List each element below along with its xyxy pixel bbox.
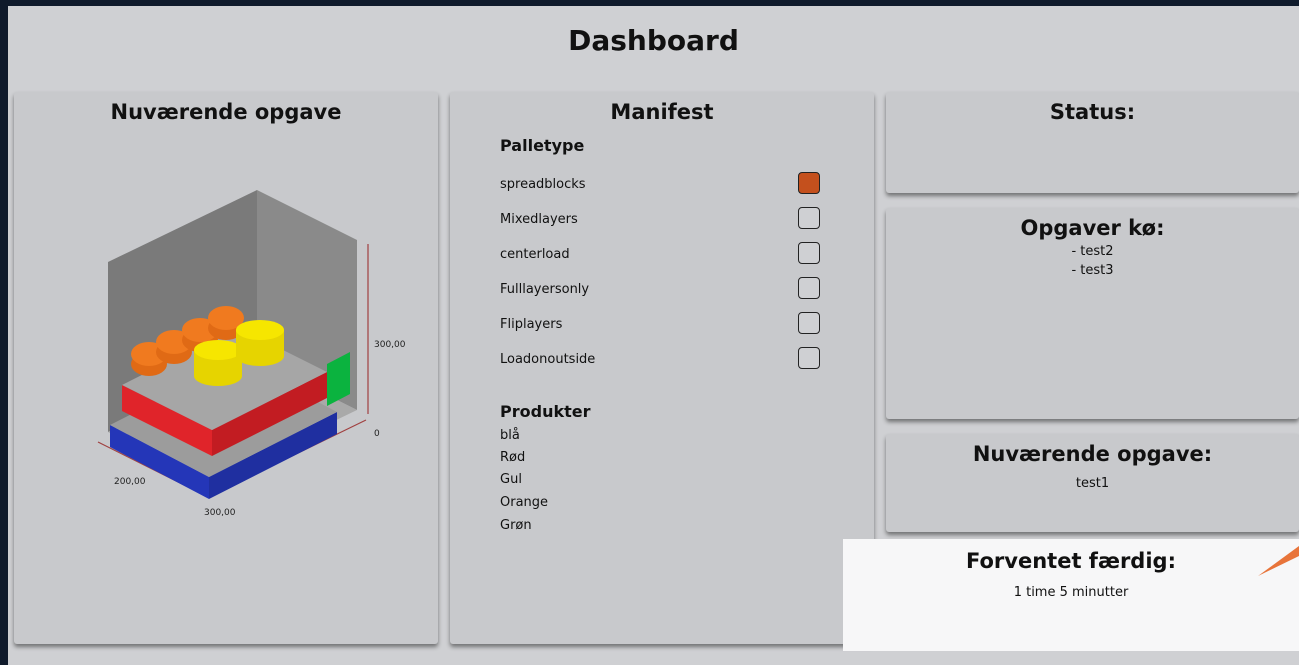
product-item: Orange <box>500 495 549 510</box>
eta-panel: Forventet færdig: 1 time 5 minutter <box>843 539 1299 651</box>
palletype-heading: Palletype <box>500 136 585 155</box>
option-checkbox[interactable] <box>798 207 820 229</box>
yellow-cylinder-top <box>194 340 242 360</box>
option-label: Fulllayersonly <box>500 282 590 297</box>
dashboard-app: Dashboard Nuværende opgave 300,00 0 200,… <box>8 6 1299 665</box>
current-task-status-title: Nuværende opgave: <box>972 442 1213 466</box>
palletype-option-centerload[interactable]: centerload <box>500 242 830 268</box>
yellow-cylinder-top <box>236 320 284 340</box>
option-label: centerload <box>500 247 570 262</box>
current-task-panel: Nuværende opgave 300,00 0 200,00 300,00 <box>14 92 438 644</box>
option-checkbox[interactable] <box>798 347 820 369</box>
queue-item: - test2 <box>1071 244 1114 259</box>
manifest-panel: Manifest Palletype spreadblocks Mixedlay… <box>450 92 874 644</box>
current-task-value: test1 <box>1075 476 1110 491</box>
axis-label-depth: 200,00 <box>114 477 146 487</box>
option-label: spreadblocks <box>500 177 586 192</box>
products-heading: Produkter <box>500 402 591 421</box>
option-label: Fliplayers <box>500 317 563 332</box>
eta-title: Forventet færdig: <box>966 549 1176 573</box>
manifest-title: Manifest <box>610 100 714 124</box>
axis-label-height-zero: 0 <box>374 429 380 439</box>
option-checkbox[interactable] <box>798 312 820 334</box>
option-label: Mixedlayers <box>500 212 578 227</box>
pallet-3d-visualization[interactable]: 300,00 0 200,00 300,00 <box>14 132 438 632</box>
yellow-cylinder-base <box>194 366 242 386</box>
eta-value: 1 time 5 minutter <box>1013 585 1129 600</box>
palletype-option-loadonoutside[interactable]: Loadonoutside <box>500 347 830 373</box>
axis-label-width: 300,00 <box>204 508 236 518</box>
page-title: Dashboard <box>568 24 739 57</box>
option-label: Loadonoutside <box>500 352 596 367</box>
yellow-cylinder-base <box>236 346 284 366</box>
orange-pointer-icon <box>1258 546 1299 576</box>
palletype-option-fulllayersonly[interactable]: Fulllayersonly <box>500 277 830 303</box>
current-task-panel-title: Nuværende opgave <box>110 100 342 124</box>
current-task-status-panel: Nuværende opgave: test1 <box>886 434 1299 532</box>
palletype-option-mixedlayers[interactable]: Mixedlayers <box>500 207 830 233</box>
status-title: Status: <box>1049 100 1136 124</box>
palletype-option-spreadblocks[interactable]: spreadblocks <box>500 172 830 198</box>
option-checkbox[interactable] <box>798 242 820 264</box>
task-queue-panel: Opgaver kø: - test2 - test3 <box>886 208 1299 419</box>
status-panel: Status: <box>886 92 1299 193</box>
product-item: Gul <box>500 472 522 487</box>
product-item: blå <box>500 428 520 443</box>
product-item: Grøn <box>500 518 532 533</box>
option-checkbox[interactable] <box>798 277 820 299</box>
queue-item: - test3 <box>1071 263 1114 278</box>
palletype-option-fliplayers[interactable]: Fliplayers <box>500 312 830 338</box>
option-checkbox[interactable] <box>798 172 820 194</box>
task-queue-title: Opgaver kø: <box>1020 216 1165 240</box>
product-item: Rød <box>500 450 526 465</box>
axis-label-height-top: 300,00 <box>374 340 406 350</box>
